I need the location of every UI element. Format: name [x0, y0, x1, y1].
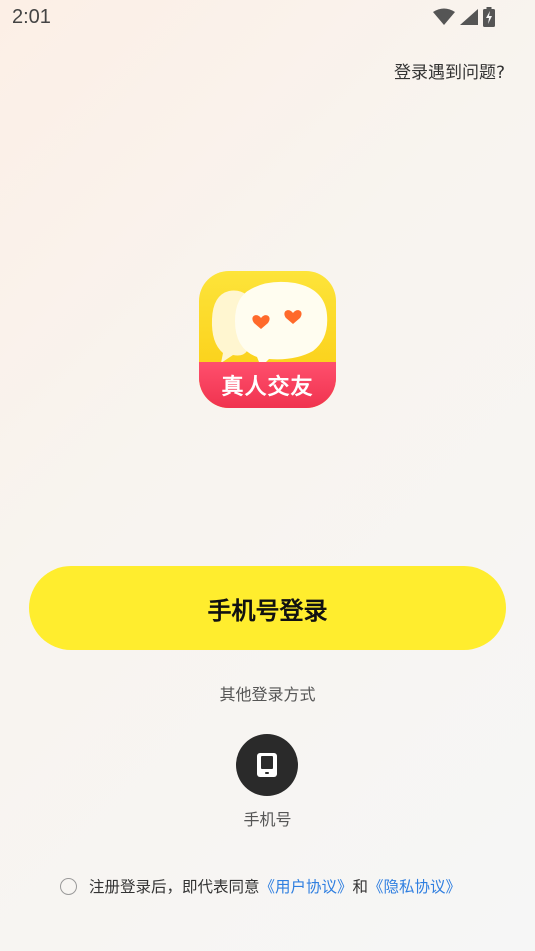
agreement-prefix: 注册登录后，即代表同意 — [89, 878, 260, 896]
app-logo: 真人交友 — [199, 271, 336, 408]
phone-icon — [257, 753, 277, 777]
privacy-policy-link[interactable]: 《隐私协议》 — [368, 875, 461, 897]
agreement-row: 注册登录后，即代表同意 《用户协议》 和 《隐私协议》 — [60, 875, 461, 897]
battery-charging-icon — [483, 7, 495, 27]
status-icons — [433, 7, 495, 27]
other-login-title: 其他登录方式 — [219, 685, 316, 704]
status-time: 2:01 — [12, 6, 51, 28]
user-agreement-link[interactable]: 《用户协议》 — [260, 875, 353, 897]
wifi-icon — [433, 8, 455, 25]
agreement-conjunction: 和 — [352, 878, 369, 896]
phone-login-method-label: 手机号 — [243, 810, 292, 829]
login-help-link[interactable]: 登录遇到问题? — [394, 58, 505, 83]
status-bar: 2:01 — [0, 0, 535, 36]
logo-banner-text: 真人交友 — [199, 362, 336, 408]
phone-login-method-button[interactable] — [236, 734, 298, 796]
agreement-checkbox[interactable] — [60, 877, 77, 895]
phone-login-button[interactable]: 手机号登录 — [29, 566, 506, 650]
cell-signal-icon — [460, 9, 478, 25]
